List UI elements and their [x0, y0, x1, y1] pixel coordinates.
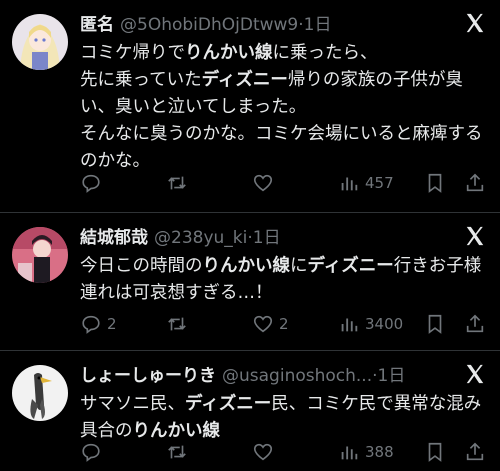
text-segment: コミケ帰りで — [80, 43, 185, 63]
reply-button[interactable] — [80, 437, 166, 467]
retweet-icon — [168, 317, 186, 331]
like-button[interactable] — [252, 437, 338, 467]
tweet[interactable]: しょーしゅーりき @usaginoshoch... · 1日 サマソニ民、ディズ… — [0, 351, 500, 471]
view-count: 457 — [365, 174, 394, 192]
highlight-keyword: りんかい線 — [202, 256, 291, 276]
x-logo-icon — [466, 364, 484, 384]
user-handle[interactable]: @usaginoshoch... — [222, 363, 372, 389]
highlight-keyword: りんかい線 — [185, 43, 273, 63]
tweet-header: しょーしゅーりき @usaginoshoch... · 1日 — [80, 363, 486, 389]
tweet-header: 匿名 @5OhobiDhOjDtww9 · 1日 — [80, 12, 486, 38]
like-button[interactable]: 2 — [252, 309, 338, 339]
x-logo-icon — [466, 13, 484, 33]
highlight-keyword: ディズニー — [185, 394, 272, 414]
views-button[interactable]: 457 — [338, 168, 424, 198]
user-handle[interactable]: @238yu_ki — [154, 225, 247, 251]
action-bar: 457 — [80, 168, 486, 198]
reply-icon — [82, 443, 100, 462]
retweet-button[interactable] — [166, 168, 252, 198]
views-chart-icon — [341, 177, 358, 191]
display-name[interactable]: 匿名 — [80, 12, 114, 38]
like-count: 2 — [279, 315, 289, 333]
reply-button[interactable]: 2 — [80, 309, 166, 339]
timestamp[interactable]: 1日 — [378, 363, 406, 389]
user-handle[interactable]: @5OhobiDhOjDtww9 — [120, 12, 298, 38]
retweet-icon — [168, 176, 186, 190]
tweet[interactable]: 結城郁哉 @238yu_ki · 1日 今日この時間のりんかい線にディズニー行き… — [0, 213, 500, 350]
views-button[interactable]: 388 — [338, 437, 424, 467]
bookmark-icon — [428, 173, 442, 193]
bookmark-button[interactable] — [424, 168, 464, 198]
text-segment: 今日この時間の — [80, 256, 203, 276]
heart-icon — [253, 443, 273, 461]
share-button[interactable] — [464, 309, 486, 339]
reply-icon — [82, 174, 100, 193]
share-icon — [466, 442, 484, 461]
timestamp[interactable]: 1日 — [253, 225, 281, 251]
bookmark-icon — [428, 442, 442, 462]
heart-icon — [253, 315, 273, 333]
tweet[interactable]: 匿名 @5OhobiDhOjDtww9 · 1日 コミケ帰りでりんかい線に乗った… — [0, 0, 500, 212]
text-segment: に — [290, 256, 308, 276]
views-button[interactable]: 3400 — [338, 309, 424, 339]
reply-icon — [82, 315, 100, 334]
display-name[interactable]: 結城郁哉 — [80, 225, 148, 251]
like-button[interactable] — [252, 168, 338, 198]
retweet-icon — [168, 445, 186, 459]
highlight-keyword: ディズニー — [201, 70, 288, 90]
bookmark-icon — [428, 314, 442, 334]
views-chart-icon — [341, 446, 358, 460]
display-name[interactable]: しょーしゅーりき — [80, 363, 216, 389]
views-chart-icon — [341, 318, 358, 332]
heart-icon — [253, 174, 273, 192]
share-button[interactable] — [464, 168, 486, 198]
x-logo-icon — [466, 226, 484, 246]
share-button[interactable] — [464, 437, 486, 467]
tweet-header: 結城郁哉 @238yu_ki · 1日 — [80, 225, 486, 251]
text-segment: サマソニ民、 — [80, 394, 185, 414]
tweet-text: 今日この時間のりんかい線にディズニー行きお子様連れは可哀想すぎる…！ — [80, 253, 486, 307]
avatar[interactable] — [12, 227, 68, 283]
reply-button[interactable] — [80, 168, 166, 198]
action-bar: 388 — [80, 437, 486, 467]
share-icon — [466, 173, 484, 192]
tweet-text: コミケ帰りでりんかい線に乗ったら、 先に乗っていたディズニー帰りの家族の子供が臭… — [80, 40, 486, 175]
retweet-button[interactable] — [166, 437, 252, 467]
avatar[interactable] — [12, 14, 68, 70]
reply-count: 2 — [107, 315, 117, 333]
highlight-keyword: ディズニー — [307, 256, 394, 276]
share-icon — [466, 314, 484, 333]
view-count: 3400 — [365, 315, 404, 333]
retweet-button[interactable] — [166, 309, 252, 339]
avatar[interactable] — [12, 365, 68, 421]
view-count: 388 — [365, 443, 394, 461]
timestamp[interactable]: 1日 — [304, 12, 332, 38]
bookmark-button[interactable] — [424, 437, 464, 467]
bookmark-button[interactable] — [424, 309, 464, 339]
action-bar: 2 2 3400 — [80, 309, 486, 339]
